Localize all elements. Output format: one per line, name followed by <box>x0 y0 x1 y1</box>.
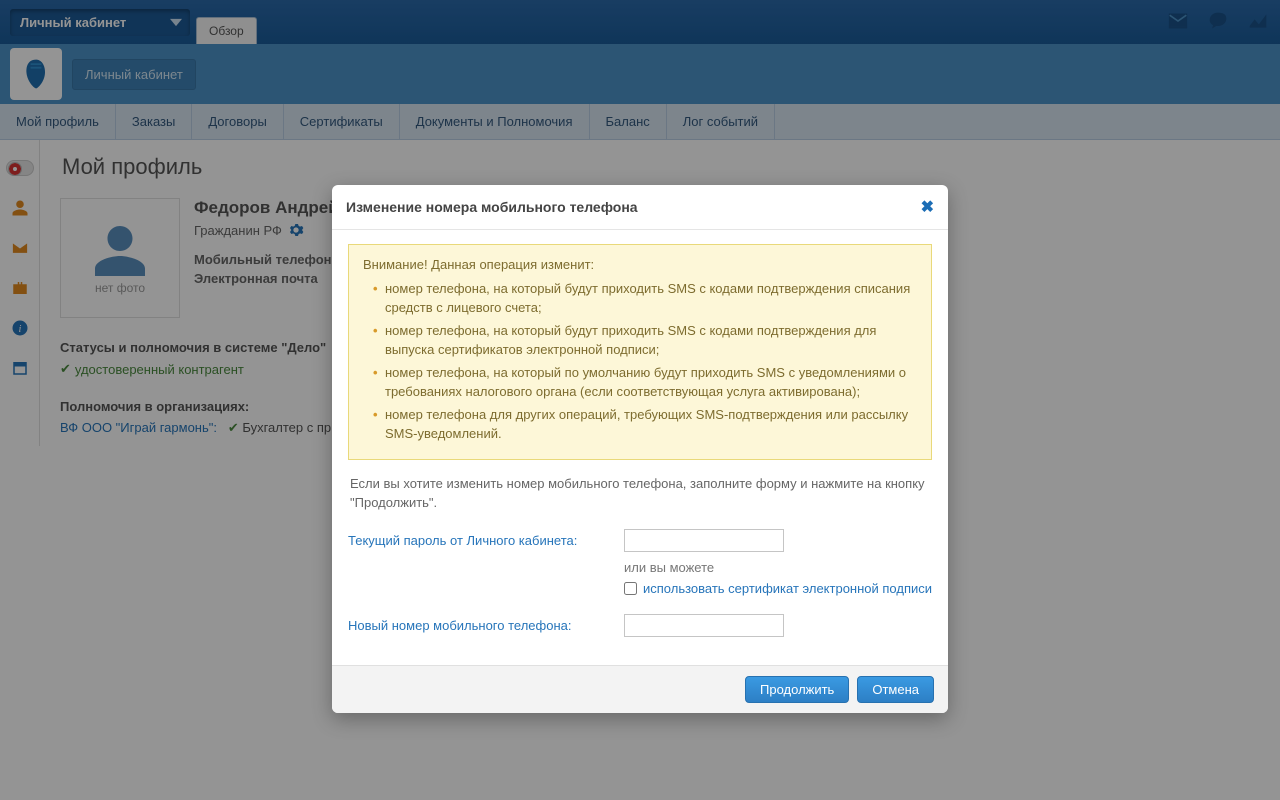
new-phone-row: Новый номер мобильного телефона: <box>348 614 932 637</box>
warning-item: номер телефона, на который будут приходи… <box>373 279 917 318</box>
new-phone-input[interactable] <box>624 614 784 637</box>
warning-item: номер телефона, на который по умолчанию … <box>373 363 917 402</box>
warning-list: номер телефона, на который будут приходи… <box>363 279 917 444</box>
or-hint: или вы можете <box>624 560 932 575</box>
cert-label[interactable]: использовать сертификат электронной подп… <box>643 581 932 596</box>
warning-heading: Внимание! Данная операция изменит: <box>363 255 917 275</box>
modal-header: Изменение номера мобильного телефона ✖ <box>332 185 948 230</box>
modal-footer: Продолжить Отмена <box>332 665 948 713</box>
password-label: Текущий пароль от Личного кабинета: <box>348 529 624 596</box>
close-icon[interactable]: ✖ <box>921 197 934 217</box>
cancel-button[interactable]: Отмена <box>857 676 934 703</box>
modal-description: Если вы хотите изменить номер мобильного… <box>350 474 930 513</box>
modal-title: Изменение номера мобильного телефона <box>346 199 638 215</box>
new-phone-label: Новый номер мобильного телефона: <box>348 614 624 637</box>
warning-item: номер телефона, на который будут приходи… <box>373 321 917 360</box>
continue-button[interactable]: Продолжить <box>745 676 849 703</box>
cert-line: использовать сертификат электронной подп… <box>624 581 932 596</box>
cert-checkbox[interactable] <box>624 582 637 595</box>
password-row: Текущий пароль от Личного кабинета: или … <box>348 529 932 596</box>
password-field-wrap: или вы можете использовать сертификат эл… <box>624 529 932 596</box>
warning-box: Внимание! Данная операция изменит: номер… <box>348 244 932 460</box>
modal-body: Внимание! Данная операция изменит: номер… <box>332 230 948 665</box>
change-phone-modal: Изменение номера мобильного телефона ✖ В… <box>332 185 948 713</box>
warning-item: номер телефона для других операций, треб… <box>373 405 917 444</box>
new-phone-field-wrap <box>624 614 784 637</box>
password-input[interactable] <box>624 529 784 552</box>
